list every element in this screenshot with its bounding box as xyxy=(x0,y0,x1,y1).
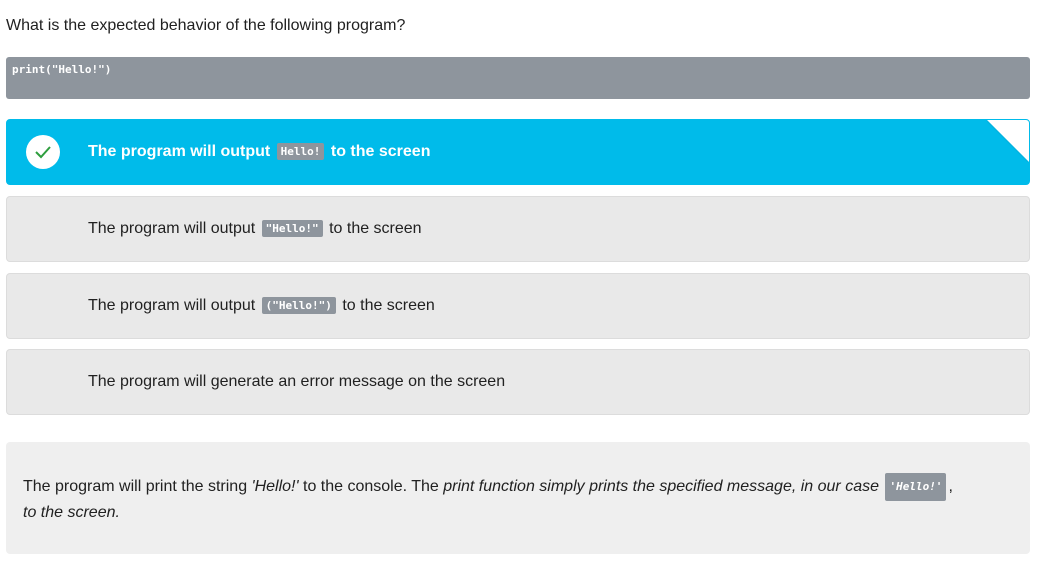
answer-option-4[interactable]: The program will generate an error messa… xyxy=(6,349,1030,415)
code-block: print("Hello!") xyxy=(6,57,1030,99)
answer-option-2-text-before: The program will output xyxy=(88,220,256,237)
explanation-code: 'Hello!' xyxy=(885,473,947,501)
answer-option-3-text-after: to the screen xyxy=(342,297,435,314)
answer-option-3-code: ("Hello!") xyxy=(261,297,336,314)
check-icon xyxy=(26,135,60,169)
explanation-string-literal: 'Hello!' xyxy=(251,478,299,495)
answer-option-2[interactable]: The program will output "Hello!" to the … xyxy=(6,196,1030,262)
question-text: What is the expected behavior of the fol… xyxy=(6,17,406,34)
answer-option-4-label: The program will generate an error messa… xyxy=(88,373,506,390)
explanation-part4: , xyxy=(948,478,953,495)
answer-option-1-code: Hello! xyxy=(276,143,325,160)
explanation-part3: print function simply prints the specifi… xyxy=(443,478,879,495)
explanation-part2: to the console. The xyxy=(298,478,444,495)
answer-option-1-text-after: to the screen xyxy=(330,143,431,160)
code-text: print("Hello!") xyxy=(12,63,112,76)
explanation-part1: The program will print the string xyxy=(23,478,252,495)
answer-option-1[interactable]: The program will output Hello! to the sc… xyxy=(6,119,1030,185)
answer-option-3-text-before: The program will output xyxy=(88,297,256,314)
corner-fold-icon xyxy=(987,120,1029,162)
answer-option-1-label: The program will output Hello! to the sc… xyxy=(88,143,430,161)
explanation-part5: to the screen. xyxy=(23,504,120,521)
answer-option-3[interactable]: The program will output ("Hello!") to th… xyxy=(6,273,1030,339)
answer-option-2-text-after: to the screen xyxy=(329,220,422,237)
answer-option-1-text-before: The program will output xyxy=(88,143,271,160)
explanation-panel: The program will print the string 'Hello… xyxy=(6,442,1030,554)
answer-option-2-code: "Hello!" xyxy=(261,220,323,237)
answer-option-2-label: The program will output "Hello!" to the … xyxy=(88,220,422,238)
answer-option-3-label: The program will output ("Hello!") to th… xyxy=(88,297,435,315)
